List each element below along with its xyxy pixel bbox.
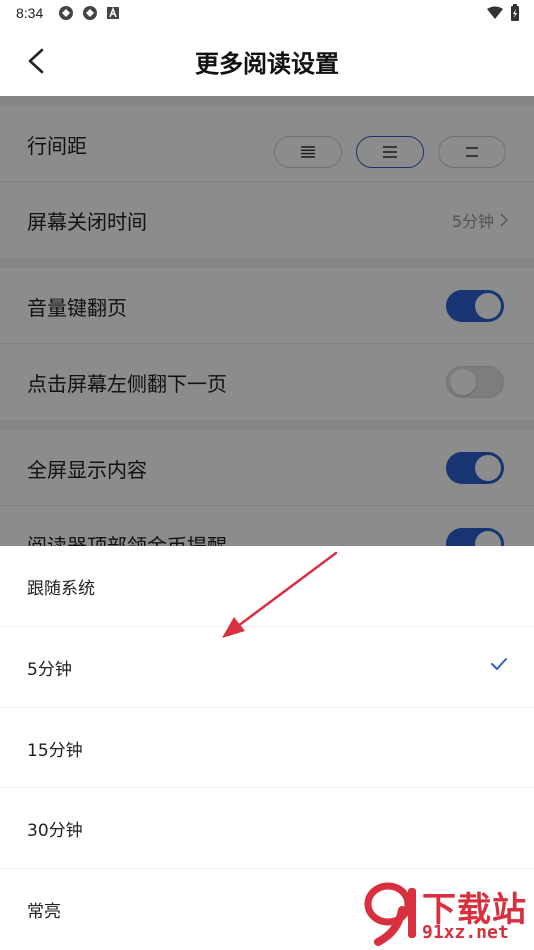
app-notification-icon — [83, 6, 97, 20]
sheet-option-15min[interactable]: 15分钟 — [0, 708, 534, 789]
sheet-option-label: 常亮 — [27, 902, 61, 923]
system-icons — [486, 4, 520, 22]
watermark: 下载站 91xz.net — [354, 878, 534, 950]
wifi-icon — [487, 6, 503, 19]
watermark-url: 91xz.net — [422, 922, 509, 943]
sheet-option-label: 跟随系统 — [27, 579, 95, 599]
checkmark-icon — [491, 657, 507, 670]
app-notification-icon — [59, 6, 73, 20]
status-time: 8:34 — [16, 5, 44, 21]
sheet-option-label: 15分钟 — [27, 740, 83, 761]
status-bar: 8:34 — [0, 0, 534, 28]
app-bar: 更多阅读设置 — [0, 28, 534, 96]
sheet-option-label: 30分钟 — [27, 821, 83, 842]
watermark-logo-icon — [364, 882, 416, 946]
sheet-option-label: 5分钟 — [27, 659, 72, 680]
notification-icons — [58, 5, 120, 21]
sheet-option-30min[interactable]: 30分钟 — [0, 788, 534, 870]
a-notification-icon — [107, 6, 119, 19]
sheet-option-5min[interactable]: 5分钟 — [0, 627, 534, 708]
battery-icon — [511, 4, 519, 21]
sheet-option-follow-system[interactable]: 跟随系统 — [0, 546, 534, 627]
page-title: 更多阅读设置 — [195, 50, 339, 78]
